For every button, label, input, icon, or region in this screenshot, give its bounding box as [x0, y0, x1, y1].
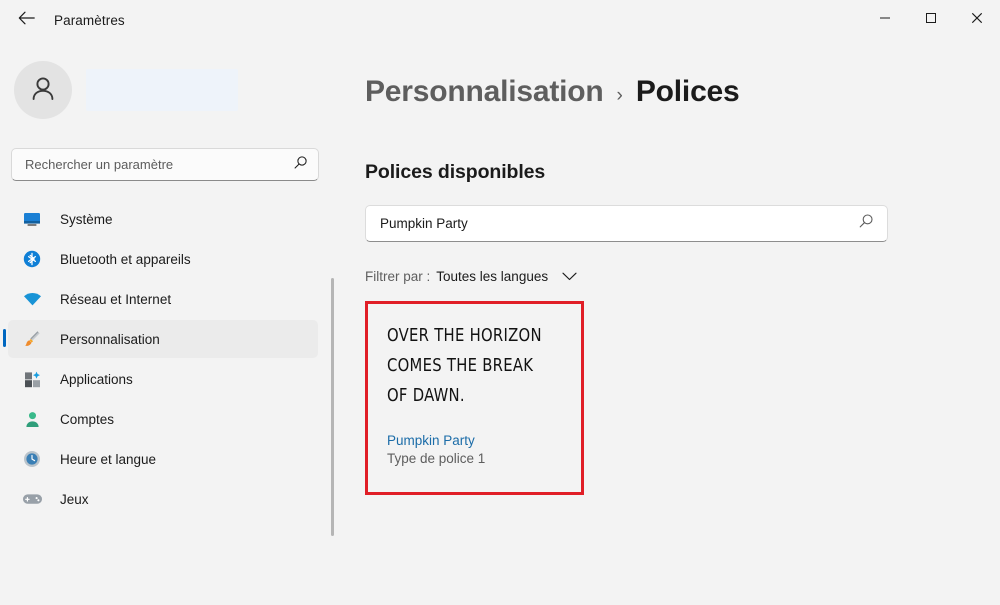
sidebar-item-label: Bluetooth et appareils [60, 252, 191, 267]
breadcrumb-separator: › [617, 85, 623, 107]
sidebar-scrollbar[interactable] [331, 278, 334, 536]
gamepad-icon [21, 488, 43, 510]
title-bar: Paramètres [0, 0, 1000, 40]
window-controls [862, 0, 1000, 40]
person-avatar-icon [27, 72, 59, 109]
clock-globe-icon [21, 448, 43, 470]
bluetooth-icon [21, 248, 43, 270]
settings-search-input[interactable]: Rechercher un paramètre [11, 148, 319, 181]
sidebar-item-jeux[interactable]: Jeux [8, 480, 318, 518]
sidebar-item-label: Applications [60, 372, 133, 387]
sidebar-item-label: Comptes [60, 412, 114, 427]
arrow-left-icon [18, 11, 35, 30]
monitor-icon [21, 208, 43, 230]
maximize-icon [925, 11, 937, 29]
sidebar-item-systeme[interactable]: Système [8, 200, 318, 238]
filter-row: Filtrer par : Toutes les langues [365, 269, 1000, 284]
wifi-icon [21, 288, 43, 310]
search-icon[interactable] [858, 213, 874, 234]
font-preview-text: Over the horizon comes the break of dawn… [387, 321, 552, 411]
sidebar-item-label: Système [60, 212, 113, 227]
user-profile[interactable] [14, 58, 334, 122]
back-button[interactable] [6, 4, 46, 36]
settings-search-placeholder: Rechercher un paramètre [25, 157, 293, 172]
breadcrumb-parent[interactable]: Personnalisation [365, 75, 604, 109]
sidebar-item-label: Réseau et Internet [60, 292, 171, 307]
breadcrumb-current: Polices [636, 75, 740, 109]
sidebar-item-personnalisation[interactable]: Personnalisation [8, 320, 318, 358]
font-name-link[interactable]: Pumpkin Party [387, 433, 562, 448]
minimize-icon [879, 11, 891, 29]
filter-value[interactable]: Toutes les langues [436, 269, 548, 284]
apps-icon [21, 368, 43, 390]
breadcrumb: Personnalisation › Polices [365, 75, 1000, 109]
sidebar-item-comptes[interactable]: Comptes [8, 400, 318, 438]
sidebar-item-label: Heure et langue [60, 452, 156, 467]
chevron-down-icon[interactable] [562, 272, 577, 281]
sidebar-item-reseau[interactable]: Réseau et Internet [8, 280, 318, 318]
sidebar-item-bluetooth[interactable]: Bluetooth et appareils [8, 240, 318, 278]
search-icon [293, 155, 308, 175]
app-shell: Rechercher un paramètre Système [0, 40, 1000, 605]
section-title: Polices disponibles [365, 161, 1000, 184]
font-search-value: Pumpkin Party [380, 216, 858, 231]
sidebar-item-label: Personnalisation [60, 332, 160, 347]
sidebar-item-label: Jeux [60, 492, 89, 507]
font-card-meta: Pumpkin Party Type de police 1 [387, 433, 562, 466]
minimize-button[interactable] [862, 0, 908, 40]
paintbrush-icon [21, 328, 43, 350]
font-card-highlight: Over the horizon comes the break of dawn… [365, 301, 584, 495]
avatar [14, 61, 72, 119]
user-name-redacted [86, 69, 238, 111]
main-content: Personnalisation › Polices Polices dispo… [334, 40, 1000, 605]
account-icon [21, 408, 43, 430]
sidebar-nav: Système Bluetooth et appareils [0, 200, 334, 518]
sidebar: Rechercher un paramètre Système [0, 40, 334, 605]
filter-label: Filtrer par : [365, 269, 430, 284]
close-icon [971, 11, 983, 29]
maximize-button[interactable] [908, 0, 954, 40]
font-search-input[interactable]: Pumpkin Party [365, 205, 888, 242]
sidebar-item-heure-langue[interactable]: Heure et langue [8, 440, 318, 478]
font-type-label: Type de police 1 [387, 451, 562, 466]
sidebar-item-applications[interactable]: Applications [8, 360, 318, 398]
app-title: Paramètres [54, 13, 125, 28]
font-card[interactable]: Over the horizon comes the break of dawn… [368, 315, 581, 466]
close-button[interactable] [954, 0, 1000, 40]
